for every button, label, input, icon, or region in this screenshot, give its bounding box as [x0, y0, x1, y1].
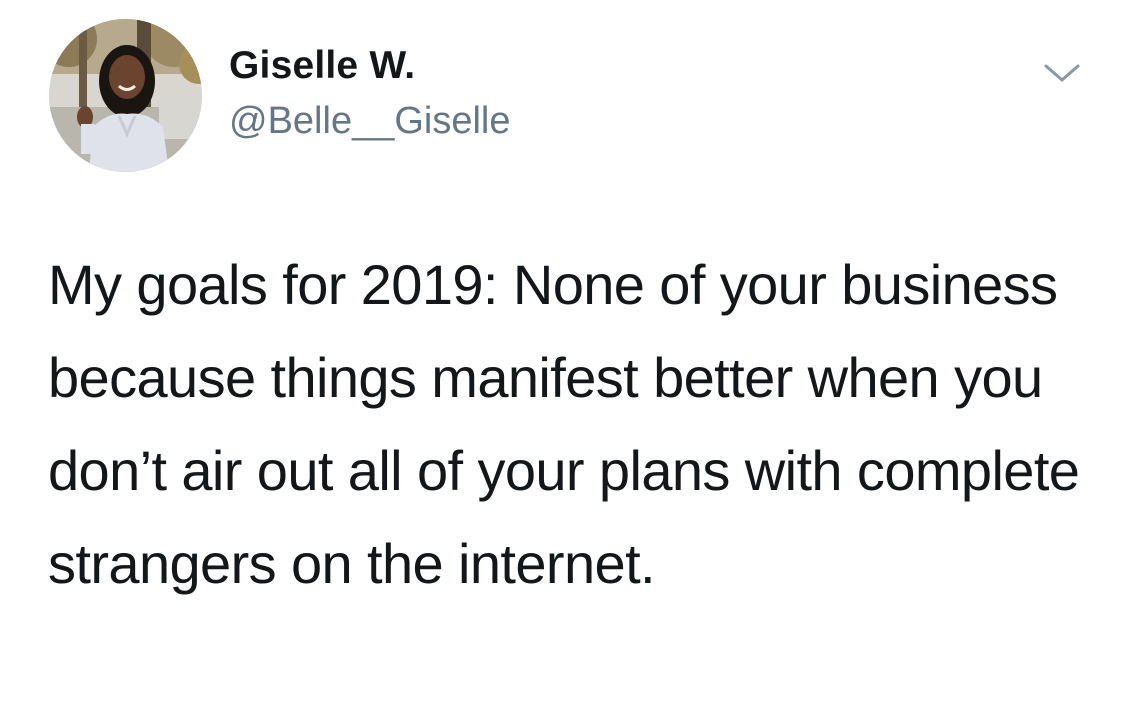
tweet-text: My goals for 2019: None of your business…	[48, 253, 1080, 595]
avatar[interactable]	[49, 19, 202, 172]
profile-photo-icon	[49, 19, 202, 172]
chevron-down-icon[interactable]	[1040, 58, 1084, 88]
author-handle[interactable]: @Belle__Giselle	[229, 100, 511, 143]
author-display-name[interactable]: Giselle W.	[229, 44, 415, 88]
tweet-card: Giselle W. @Belle__Giselle My goals for …	[0, 0, 1125, 715]
